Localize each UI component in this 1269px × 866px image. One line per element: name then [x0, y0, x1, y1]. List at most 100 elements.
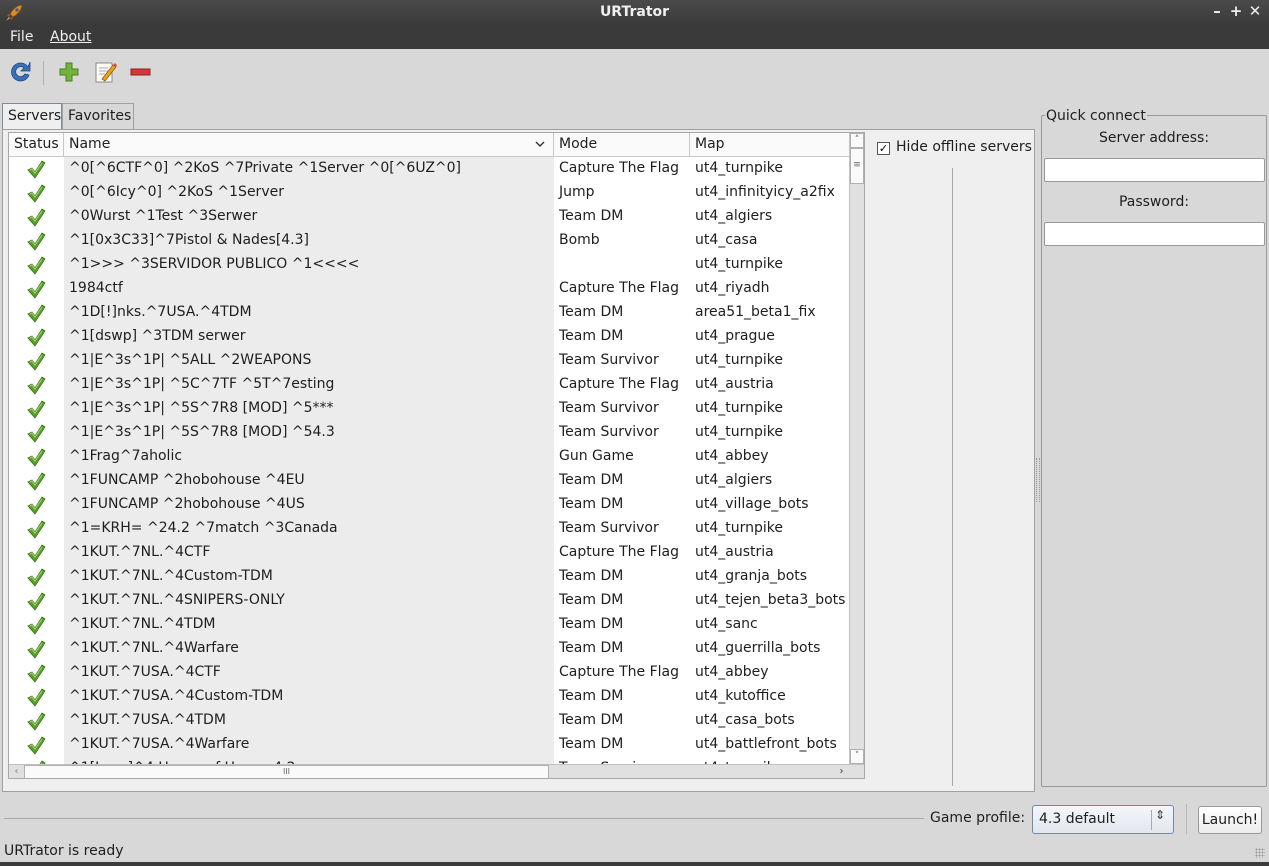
table-row[interactable]: ^1Frag^7aholic Gun Game ut4_abbey: [9, 445, 849, 469]
online-check-icon: [26, 399, 46, 419]
tab-servers[interactable]: Servers: [2, 103, 62, 130]
mode-cell: Team Survivor: [559, 352, 659, 368]
quick-connect-group: Quick connect Server address: Password:: [1041, 108, 1267, 787]
horizontal-scroll-thumb[interactable]: III: [24, 765, 549, 778]
remove-server-button[interactable]: [128, 59, 154, 85]
map-cell: ut4_turnpike: [695, 424, 784, 440]
server-name-cell: ^1Frag^7aholic: [64, 445, 554, 469]
table-row[interactable]: ^1KUT.^7NL.^4CTF Capture The Flag ut4_aust…: [9, 541, 849, 565]
checkbox-checked-icon[interactable]: ✓: [877, 142, 890, 155]
table-row[interactable]: ^1KUT.^7USA.^4Warfare Team DM ut4_battlefr…: [9, 733, 849, 757]
table-header: Status Name Mode Map: [9, 133, 849, 157]
online-check-icon: [26, 159, 46, 179]
map-cell: ut4_riyadh: [695, 280, 770, 296]
mode-cell: Team DM: [559, 208, 624, 224]
table-row[interactable]: ^1|E^3s^1P| ^5S^7R8 [MOD] ^5*** Team Surv…: [9, 397, 849, 421]
tab-favorites[interactable]: Favorites: [62, 103, 134, 129]
splitter-handle[interactable]: [1036, 458, 1040, 502]
table-row[interactable]: ^1FUNCAMP ^2hobohouse ^4EU Team DM ut4_alg…: [9, 469, 849, 493]
server-name-cell: 1984ctf: [64, 277, 554, 301]
map-cell: ut4_prague: [695, 328, 775, 344]
map-cell: ut4_sanc: [695, 616, 758, 632]
scroll-left-button[interactable]: ‹: [9, 765, 24, 778]
online-check-icon: [26, 447, 46, 467]
mode-cell: Team DM: [559, 328, 624, 344]
column-mode[interactable]: Mode: [554, 133, 690, 157]
game-profile-select[interactable]: 4.3 default ⇕: [1032, 805, 1174, 834]
edit-server-button[interactable]: [92, 59, 118, 85]
status-cell: [9, 349, 64, 373]
updown-arrows-icon: ⇕: [1155, 808, 1166, 822]
mode-cell: Team DM: [559, 592, 624, 608]
table-row[interactable]: ^1D[!]nks.^7USA.^4TDM Team DM area51_beta1…: [9, 301, 849, 325]
refresh-button[interactable]: [8, 59, 34, 85]
table-row[interactable]: ^0[^6CTF^0] ^2KoS ^7Private ^1Server ^0[…: [9, 157, 849, 181]
vertical-scroll-thumb[interactable]: ≡: [850, 148, 864, 184]
table-row[interactable]: ^1[0x3C33]^7Pistol & Nades[4.3] Bomb ut4_c…: [9, 229, 849, 253]
horizontal-scrollbar[interactable]: ‹ III ›: [9, 764, 864, 778]
scroll-down-button[interactable]: ˅: [850, 749, 864, 764]
map-cell: ut4_turnpike: [695, 352, 784, 368]
server-name-cell: ^1|E^3s^1P| ^5S^7R8 [MOD] ^54.3: [64, 421, 554, 445]
table-row[interactable]: ^1|E^3s^1P| ^5C^7TF ^5T^7esting Capture T…: [9, 373, 849, 397]
launch-separator: [1186, 804, 1187, 834]
online-check-icon: [26, 375, 46, 395]
server-address-input[interactable]: [1044, 158, 1265, 182]
table-row[interactable]: ^1KUT.^7USA.^4TDM Team DM ut4_casa_bots: [9, 709, 849, 733]
table-row[interactable]: 1984ctf Capture The Flag ut4_riyadh: [9, 277, 849, 301]
table-row[interactable]: ^1|E^3s^1P| ^5S^7R8 [MOD] ^54.3 Team Surv…: [9, 421, 849, 445]
menu-bar: File About: [0, 26, 1269, 49]
table-row[interactable]: ^1KUT.^7USA.^4Custom-TDM Team DM ut4_kutof…: [9, 685, 849, 709]
table-row[interactable]: ^1>>> ^3SERVIDOR PUBLICO ^1<<<< ut4_turnp…: [9, 253, 849, 277]
online-check-icon: [26, 639, 46, 659]
status-bar: URTrator is ready: [0, 842, 1269, 864]
mode-cell: Team DM: [559, 496, 624, 512]
scroll-right-button[interactable]: ›: [834, 765, 849, 778]
table-row[interactable]: ^1KUT.^7NL.^4TDM Team DM ut4_sanc: [9, 613, 849, 637]
launch-button[interactable]: Launch!: [1198, 806, 1262, 834]
table-row[interactable]: ^1KUT.^7NL.^4Warfare Team DM ut4_guerrilla…: [9, 637, 849, 661]
resize-grip[interactable]: [1255, 848, 1265, 858]
hide-offline-checkbox[interactable]: ✓ Hide offline servers: [877, 139, 1032, 155]
menu-file[interactable]: File: [10, 29, 33, 45]
vertical-scrollbar[interactable]: ˄ ≡ ˅: [849, 133, 864, 764]
minimize-button[interactable]: –: [1208, 2, 1226, 22]
scroll-up-button[interactable]: ˄: [850, 133, 864, 148]
map-cell: ut4_algiers: [695, 472, 773, 488]
table-row[interactable]: ^1KUT.^7NL.^4Custom-TDM Team DM ut4_granja…: [9, 565, 849, 589]
table-row[interactable]: ^1FUNCAMP ^2hobohouse ^4US Team DM ut4_vil…: [9, 493, 849, 517]
mode-cell: Gun Game: [559, 448, 634, 464]
map-cell: ut4_austria: [695, 376, 774, 392]
map-cell: ut4_kutoffice: [695, 688, 786, 704]
column-map[interactable]: Map: [690, 133, 849, 157]
server-name-cell: ^1[0x3C33]^7Pistol & Nades[4.3]: [64, 229, 554, 253]
online-check-icon: [26, 567, 46, 587]
table-row[interactable]: ^1[dswp] ^3TDM serwer Team DM ut4_prague: [9, 325, 849, 349]
map-cell: ut4_granja_bots: [695, 568, 808, 584]
mode-cell: Team Survivor: [559, 520, 659, 536]
table-row[interactable]: ^1=KRH= ^24.2 ^7match ^3Canada Team Survi…: [9, 517, 849, 541]
sort-descending-icon: [535, 141, 545, 147]
maximize-button[interactable]: +: [1227, 2, 1245, 22]
mode-cell: Bomb: [559, 232, 600, 248]
close-button[interactable]: ✕: [1246, 2, 1264, 22]
menu-about[interactable]: About: [50, 29, 91, 45]
server-name-cell: ^1KUT.^7USA.^4TDM: [64, 709, 554, 733]
status-cell: [9, 517, 64, 541]
map-cell: ut4_guerrilla_bots: [695, 640, 821, 656]
add-server-button[interactable]: [56, 59, 82, 85]
server-name-cell: ^1KUT.^7NL.^4TDM: [64, 613, 554, 637]
online-check-icon: [26, 279, 46, 299]
mode-cell: Jump: [559, 184, 595, 200]
status-cell: [9, 733, 64, 757]
table-row[interactable]: ^1KUT.^7NL.^4SNIPERS-ONLY Team DM ut4_teje…: [9, 589, 849, 613]
table-row[interactable]: ^1|E^3s^1P| ^5ALL ^2WEAPONS Team Survivor…: [9, 349, 849, 373]
column-status[interactable]: Status: [9, 133, 64, 157]
table-row[interactable]: ^0Wurst ^1Test ^3Serwer Team DM ut4_algier…: [9, 205, 849, 229]
table-row[interactable]: ^1KUT.^7USA.^4CTF Capture The Flag ut4_abb…: [9, 661, 849, 685]
online-check-icon: [26, 543, 46, 563]
game-profile-label: Game profile:: [930, 810, 1026, 826]
column-name[interactable]: Name: [64, 133, 554, 157]
table-row[interactable]: ^0[^6Icy^0] ^2KoS ^1Server Jump ut4_infini…: [9, 181, 849, 205]
password-input[interactable]: [1044, 222, 1265, 246]
